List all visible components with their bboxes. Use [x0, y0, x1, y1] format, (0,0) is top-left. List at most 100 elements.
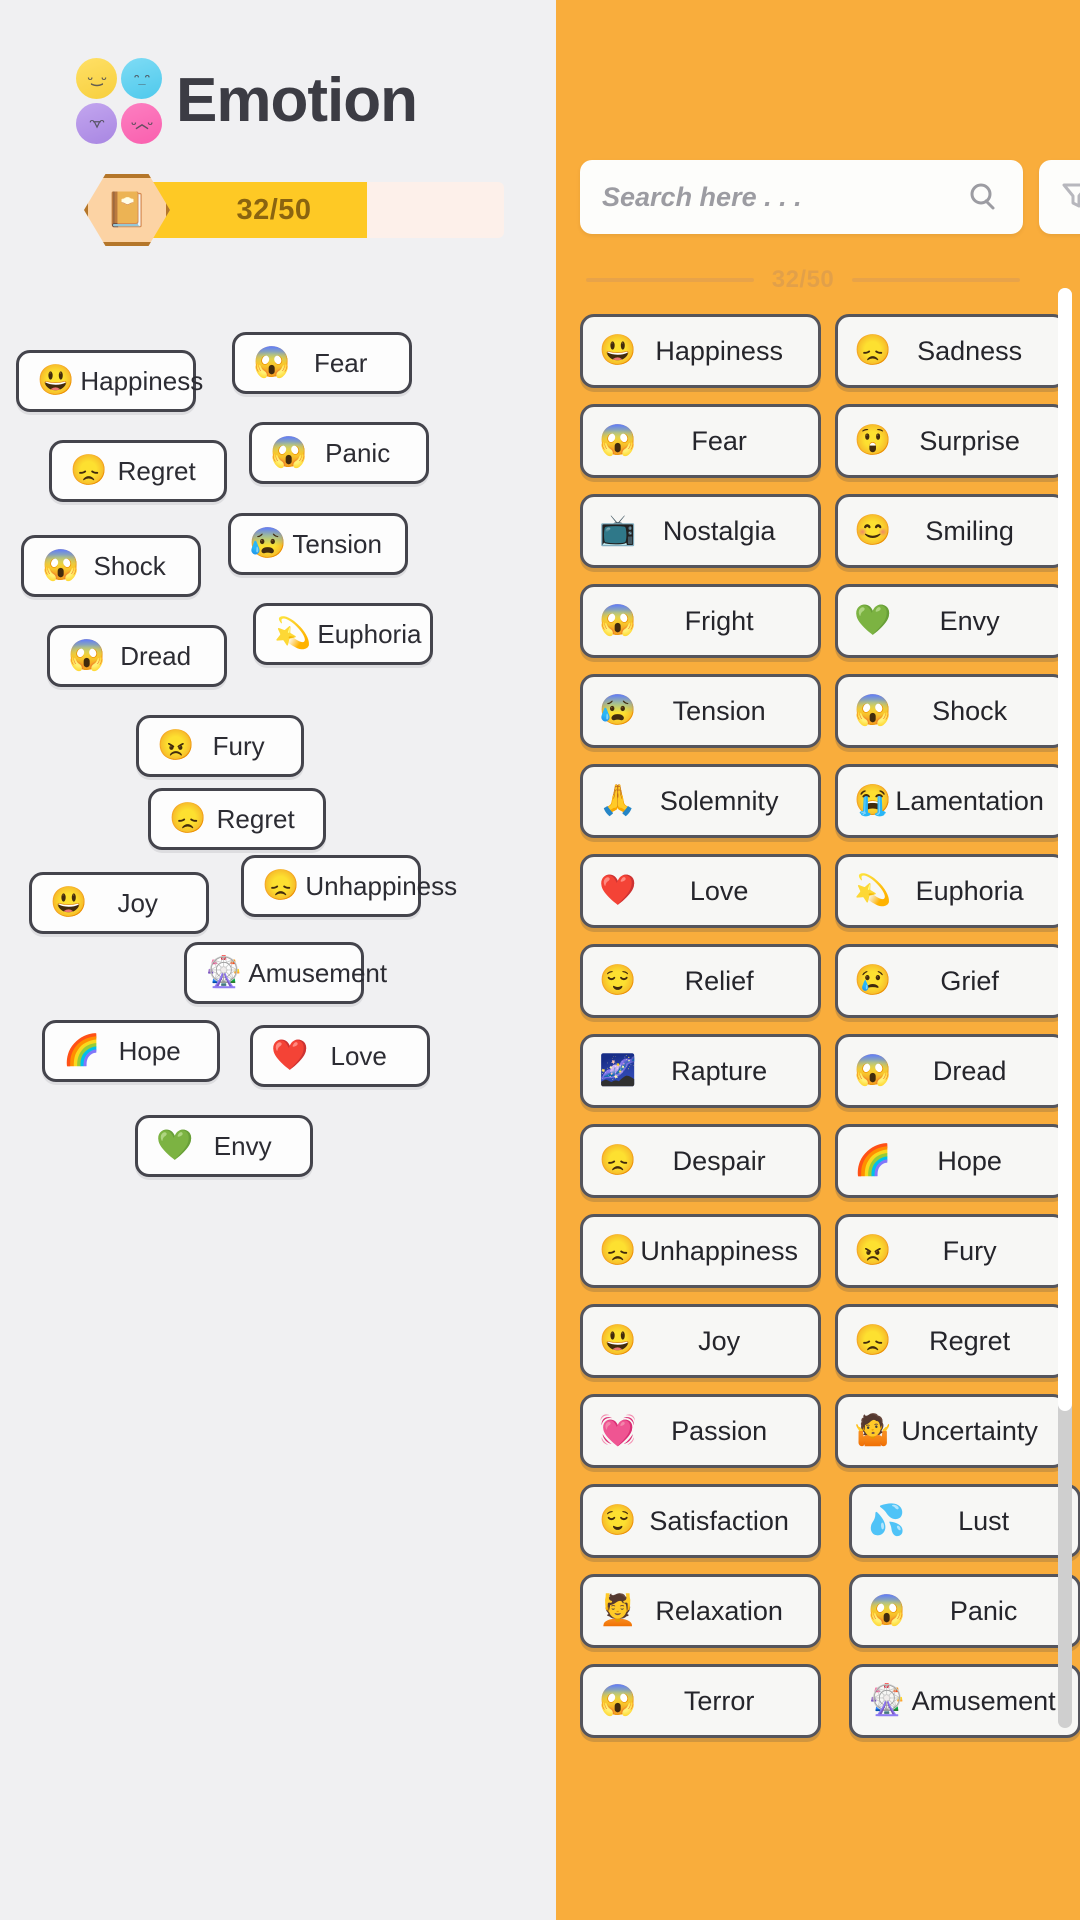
emotion-emoji-icon: 😃	[37, 364, 75, 397]
search-box[interactable]	[580, 160, 1023, 234]
collected-emotion-pill[interactable]: 😱 Shock	[21, 535, 201, 597]
emotion-label: Despair	[672, 1145, 766, 1176]
emotion-emoji-icon: 🌈	[853, 1144, 892, 1177]
collected-emotion-pill[interactable]: 😃 Joy	[29, 872, 209, 934]
emotion-emoji-icon: ❤️	[599, 874, 637, 907]
emotion-emoji-icon: 😠	[853, 1234, 892, 1267]
emotion-label: Satisfaction	[649, 1505, 789, 1536]
catalog-emotion-card[interactable]: 🌈 Hope	[834, 1124, 1067, 1198]
catalog-emotion-card[interactable]: 📺 Nostalgia	[580, 494, 821, 568]
emotion-emoji-icon: 😱	[853, 694, 892, 727]
catalog-emotion-card[interactable]: 😊 Smiling	[834, 494, 1067, 568]
emotion-emoji-icon: 😞	[853, 1324, 892, 1357]
catalog-scroll-area[interactable]: 😃 Happiness 😞 Sadness 😱 Fear 😲 Surprise 📺 Nostalg…	[556, 294, 1080, 1914]
collected-emotion-pill[interactable]: 😱 Dread	[47, 625, 227, 687]
catalog-emotion-card[interactable]: 😱 Fright	[580, 584, 821, 658]
filter-button[interactable]	[1039, 160, 1080, 234]
catalog-emotion-card[interactable]: 🙏 Solemnity	[580, 764, 821, 838]
emotion-label: Joy	[698, 1325, 741, 1356]
emotion-emoji-icon: 😃	[599, 334, 637, 367]
emotion-label: Fury	[942, 1235, 997, 1266]
blue-face: ᵔ_ᵔ	[121, 58, 162, 99]
catalog-emotion-card[interactable]: 😰 Tension	[580, 674, 821, 748]
catalog-emotion-card[interactable]: 😃 Happiness	[580, 314, 821, 388]
catalog-emotion-card[interactable]: 💦 Lust	[848, 1484, 1080, 1558]
catalog-emotion-card[interactable]: 💚 Envy	[834, 584, 1067, 658]
catalog-emotion-card[interactable]: 💆 Relaxation	[580, 1574, 821, 1648]
collection-panel: ᵕ‿ᵕ ᵔ_ᵔ ᵔ▿ᵔ ᵕ︿ᵕ Emotion 32/50 📔 😃 Happiness 😱…	[0, 0, 556, 1920]
emotion-label: Envy	[939, 605, 1000, 636]
emotion-emoji-icon: 🌌	[599, 1054, 637, 1087]
emotion-emoji-icon: 🎡	[867, 1684, 906, 1717]
emotion-emoji-icon: 😰	[599, 694, 637, 727]
catalog-emotion-card[interactable]: 😞 Regret	[834, 1304, 1067, 1378]
emotion-emoji-icon: 💫	[274, 617, 312, 650]
catalog-emotion-card[interactable]: 😞 Unhappiness	[580, 1214, 821, 1288]
catalog-emotion-card[interactable]: 😱 Panic	[848, 1574, 1080, 1648]
emotion-label: Amusement	[248, 957, 388, 988]
catalog-emotion-card[interactable]: 😱 Dread	[834, 1034, 1067, 1108]
emotion-label: Panic	[325, 437, 391, 468]
emotion-label: Unhappiness	[640, 1235, 798, 1266]
emotion-emoji-icon: 😱	[599, 1684, 637, 1717]
emotion-label: Relief	[684, 965, 754, 996]
emotion-emoji-icon: 😃	[599, 1324, 637, 1357]
logo-face-glyph: ᵔ_ᵔ	[134, 71, 150, 86]
catalog-emotion-card[interactable]: 😠 Fury	[834, 1214, 1067, 1288]
catalog-emotion-card[interactable]: 😱 Shock	[834, 674, 1067, 748]
emotion-emoji-icon: 😱	[599, 424, 637, 457]
collected-emotion-pill[interactable]: 😠 Fury	[136, 715, 304, 777]
scrollbar-track[interactable]	[1058, 288, 1072, 1728]
catalog-emotion-card[interactable]: 😌 Relief	[580, 944, 821, 1018]
collected-emotion-pill[interactable]: ❤️ Love	[250, 1025, 430, 1087]
catalog-emotion-card[interactable]: 🎡 Amusement	[848, 1664, 1080, 1738]
emotion-label: Tension	[292, 528, 382, 559]
collected-emotions-area: 😃 Happiness 😱 Fear 😞 Regret 😱 Panic 😱 Shock 😰 Tensi…	[0, 332, 556, 1250]
catalog-emotion-card[interactable]: 🤷 Uncertainty	[834, 1394, 1067, 1468]
collected-emotion-pill[interactable]: 😱 Panic	[249, 422, 429, 484]
catalog-emotion-card[interactable]: 😞 Sadness	[834, 314, 1067, 388]
search-row	[556, 0, 1080, 234]
catalog-emotion-card[interactable]: 💫 Euphoria	[834, 854, 1067, 928]
emotion-label: Euphoria	[317, 618, 422, 649]
emotion-emoji-icon: 😞	[853, 334, 892, 367]
collected-emotion-pill[interactable]: 😱 Fear	[232, 332, 412, 394]
catalog-emotion-card[interactable]: 😱 Fear	[580, 404, 821, 478]
logo-face-glyph: ᵕ‿ᵕ	[87, 71, 106, 86]
collected-emotion-pill[interactable]: 😰 Tension	[228, 513, 408, 575]
emotion-emoji-icon: 😠	[157, 729, 195, 762]
emotion-emoji-icon: 😲	[853, 424, 892, 457]
search-icon[interactable]	[965, 179, 1001, 215]
catalog-emotion-card[interactable]: 🌌 Rapture	[580, 1034, 821, 1108]
collected-emotion-pill[interactable]: 😞 Regret	[49, 440, 227, 502]
collected-emotion-pill[interactable]: 🌈 Hope	[42, 1020, 220, 1082]
collected-emotion-pill[interactable]: 💚 Envy	[135, 1115, 313, 1177]
emotion-emoji-icon: 😰	[249, 527, 287, 560]
catalog-emotion-card[interactable]: 😢 Grief	[834, 944, 1067, 1018]
collected-emotion-pill[interactable]: 😞 Unhappiness	[241, 855, 457, 917]
catalog-emotion-card[interactable]: 😱 Terror	[580, 1664, 821, 1738]
collected-emotion-pill[interactable]: 🎡 Amusement	[184, 942, 387, 1004]
emotion-label: Fear	[313, 347, 368, 378]
catalog-emotion-card[interactable]: ❤️ Love	[580, 854, 821, 928]
search-input[interactable]	[602, 181, 965, 213]
scrollbar-thumb[interactable]	[1058, 288, 1072, 1412]
catalog-emotion-card[interactable]: 😲 Surprise	[834, 404, 1067, 478]
collected-emotion-pill[interactable]: 😞 Regret	[148, 788, 326, 850]
emotion-emoji-icon: 💦	[867, 1504, 906, 1537]
collected-emotion-pill[interactable]: 💫 Euphoria	[253, 603, 433, 665]
emotion-label: Unhappiness	[305, 870, 458, 901]
catalog-emotion-card[interactable]: 💓 Passion	[580, 1394, 821, 1468]
page-title: Emotion	[176, 66, 418, 135]
catalog-emotion-card[interactable]: 😌 Satisfaction	[580, 1484, 821, 1558]
emotion-emoji-icon: 😱	[270, 436, 308, 469]
emotion-emoji-icon: 🙏	[599, 784, 637, 817]
catalog-emotion-card[interactable]: 😞 Despair	[580, 1124, 821, 1198]
collected-emotion-pill[interactable]: 😃 Happiness	[16, 350, 203, 412]
emotion-label: Uncertainty	[901, 1415, 1038, 1446]
emotion-label: Nostalgia	[662, 515, 776, 546]
emotion-emoji-icon: 😱	[599, 604, 637, 637]
catalog-emotion-card[interactable]: 😃 Joy	[580, 1304, 821, 1378]
catalog-emotion-card[interactable]: 😭 Lamentation	[834, 764, 1067, 838]
emotion-label: Passion	[671, 1415, 768, 1446]
